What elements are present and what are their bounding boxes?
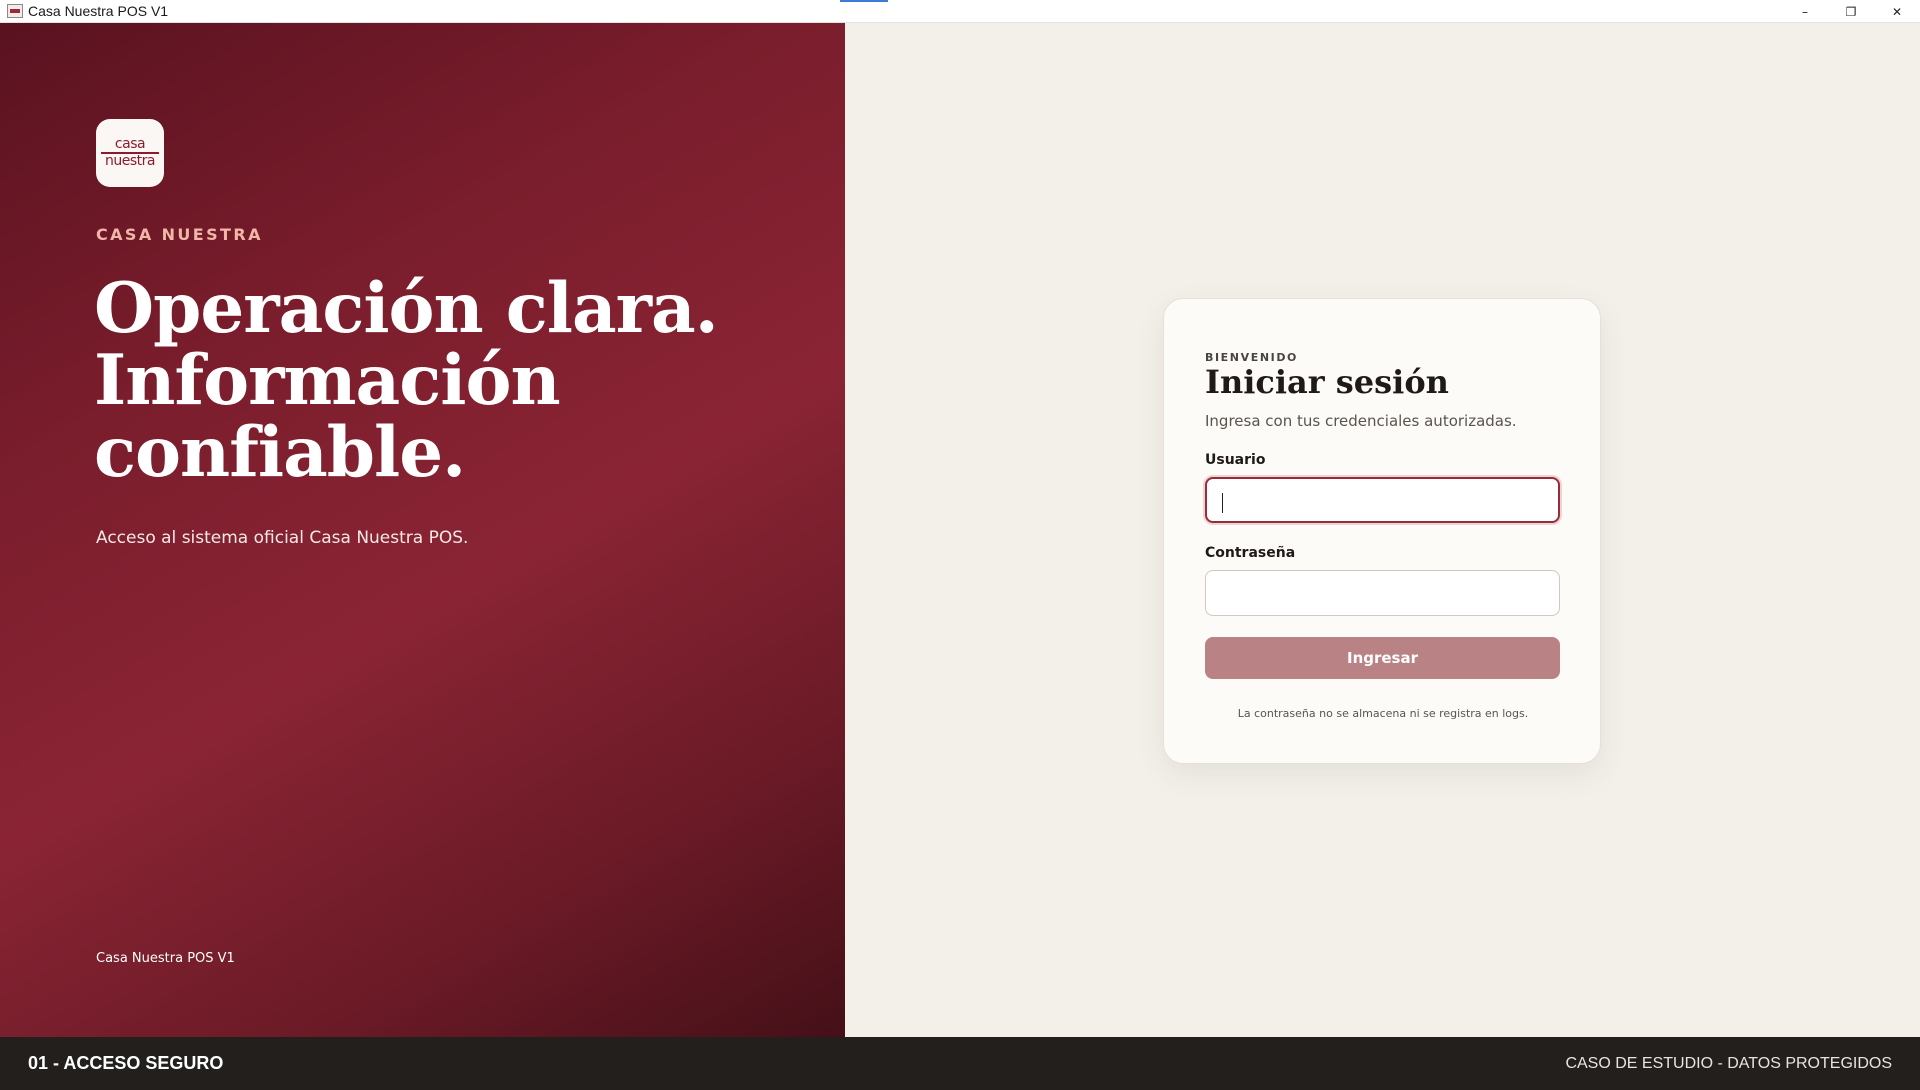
username-input[interactable] (1205, 477, 1560, 523)
login-card: BIENVENIDO Iniciar sesión Ingresa con tu… (1163, 298, 1601, 764)
password-input[interactable] (1205, 570, 1560, 616)
titlebar-accent (840, 0, 888, 2)
window-titlebar: Casa Nuestra POS V1 – ❐ ✕ (0, 0, 1920, 23)
bottom-bar: 01 - ACCESO SEGURO CASO DE ESTUDIO - DAT… (0, 1037, 1920, 1090)
hero-subtitle: Acceso al sistema oficial Casa Nuestra P… (96, 528, 469, 548)
logo-text-top: casa (114, 136, 146, 152)
window-title: Casa Nuestra POS V1 (28, 3, 169, 19)
brand-logo: casa nuestra (96, 119, 164, 187)
login-title: Iniciar sesión (1205, 363, 1449, 401)
hero-headline: Operación clara. Información confiable. (94, 273, 814, 489)
close-icon[interactable]: ✕ (1874, 0, 1920, 23)
restore-icon[interactable]: ❐ (1828, 0, 1874, 23)
hero-panel: casa nuestra CASA NUESTRA Operación clar… (0, 23, 845, 1037)
password-label: Contraseña (1205, 545, 1296, 561)
minimize-icon[interactable]: – (1782, 0, 1828, 23)
app-icon (7, 4, 23, 18)
logo-text-bottom: nuestra (105, 153, 155, 169)
screen-label: 01 - ACCESO SEGURO (28, 1053, 224, 1073)
login-subtitle: Ingresa con tus credenciales autorizadas… (1205, 412, 1517, 430)
text-caret (1222, 493, 1223, 513)
security-note: La contraseña no se almacena ni se regis… (1237, 707, 1529, 720)
login-button[interactable]: Ingresar (1205, 637, 1560, 679)
headline-line-1: Operación clara. (94, 268, 719, 349)
window-controls: – ❐ ✕ (1782, 0, 1920, 23)
version-label: Casa Nuestra POS V1 (96, 951, 235, 966)
headline-line-2: Información (94, 340, 561, 421)
case-study-label: CASO DE ESTUDIO - DATOS PROTEGIDOS (1565, 1054, 1892, 1072)
brand-kicker: CASA NUESTRA (96, 225, 263, 244)
username-label: Usuario (1205, 452, 1266, 468)
headline-line-3: confiable. (94, 412, 466, 493)
